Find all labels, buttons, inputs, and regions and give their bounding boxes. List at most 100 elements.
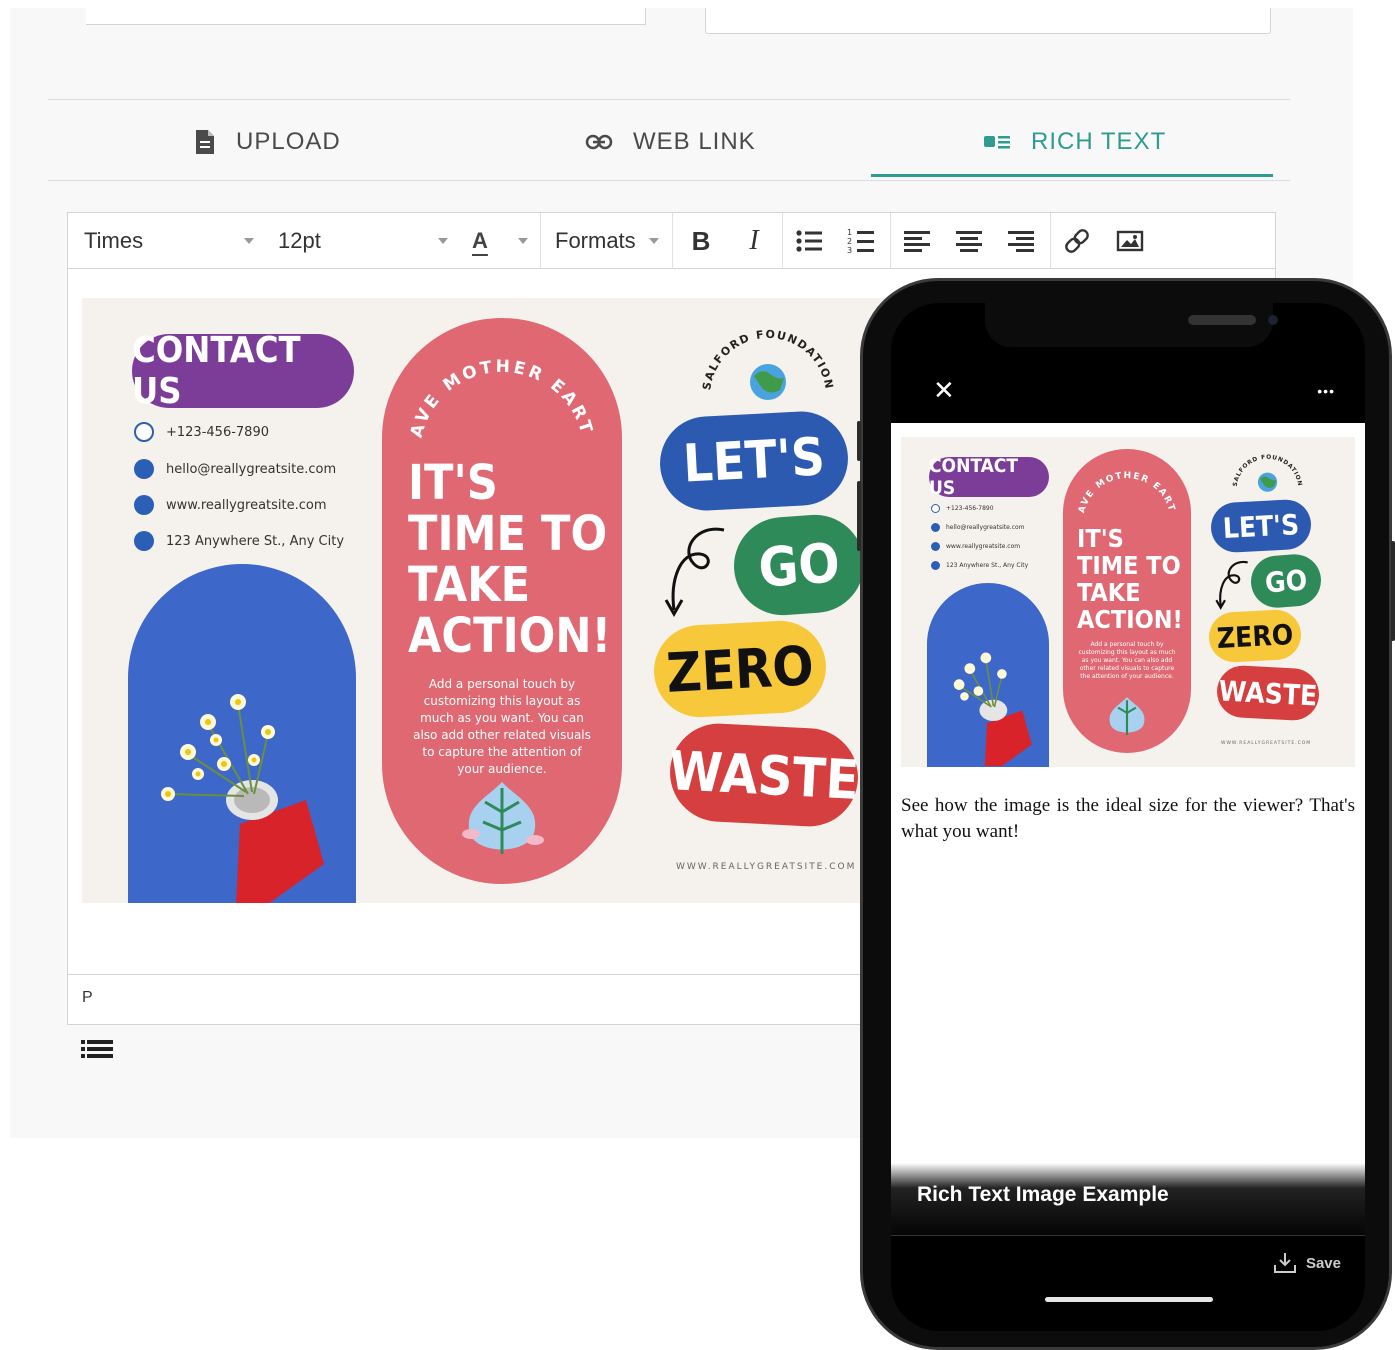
element-path[interactable]: P <box>82 989 93 1007</box>
flowers-photo <box>128 564 356 903</box>
arch-curve-text: SAVE MOTHER EARTH <box>1063 449 1175 514</box>
tab-rich-text-label: RICH TEXT <box>1031 128 1167 155</box>
list-view-icon[interactable] <box>81 1038 113 1064</box>
foundation-logo: SALFORD FOUNDATION <box>700 328 834 400</box>
top-input-left[interactable] <box>86 8 646 25</box>
svg-text:1: 1 <box>847 228 852 237</box>
insert-image-icon <box>1116 230 1144 252</box>
word-zero-text: ZERO <box>1216 617 1294 655</box>
word-go-text: GO <box>756 530 842 600</box>
body-text: Add a personal touch by customizing this… <box>1078 641 1176 680</box>
bullet-list-icon <box>796 230 822 252</box>
italic-button[interactable]: I <box>737 225 771 257</box>
chevron-down-icon <box>438 238 448 244</box>
contact-phone: +123-456-7890 <box>134 422 269 442</box>
curly-arrow-icon <box>1215 560 1248 610</box>
phone-icon <box>931 504 940 513</box>
phone-notch <box>985 303 1278 347</box>
contact-us-badge: CONTACT US <box>929 455 1049 499</box>
align-left-button[interactable] <box>900 225 934 257</box>
contact-address-text: 123 Anywhere St., Any City <box>166 533 345 549</box>
headline: IT'S TIME TO TAKE ACTION! <box>1077 525 1183 633</box>
svg-text:2: 2 <box>847 237 852 246</box>
home-indicator[interactable] <box>1045 1297 1213 1302</box>
headline-line: IT'S <box>1077 524 1124 553</box>
document-icon <box>196 130 214 154</box>
headline-line: IT'S <box>408 455 498 511</box>
flowers-can-illustration <box>953 652 1032 766</box>
bold-button[interactable]: B <box>684 225 718 257</box>
contact-us-badge: CONTACT US <box>132 330 354 412</box>
headline-line: ACTION! <box>408 608 612 664</box>
brochure-image-preview: CONTACT US +123-456-7890 hello@reallygre… <box>901 437 1355 767</box>
insert-link-button[interactable] <box>1060 225 1094 257</box>
font-family-select[interactable]: Times <box>84 213 254 269</box>
word-lets: LET'S <box>657 409 851 513</box>
contact-address: 123 Anywhere St., Any City <box>134 531 344 551</box>
phone-viewer-body: CONTACT US +123-456-7890 hello@reallygre… <box>891 423 1365 1163</box>
headline-arch: SAVE MOTHER EARTH IT'S TIME TO TAKE ACTI… <box>382 318 622 884</box>
curved-heading: SAVE MOTHER EARTH <box>1063 449 1177 514</box>
headline-line: TIME TO <box>1077 551 1181 580</box>
save-label: Save <box>1305 1254 1341 1272</box>
save-button[interactable]: Save <box>1272 1251 1341 1275</box>
align-center-icon <box>956 231 982 252</box>
contact-us-title: CONTACT US <box>929 455 1018 499</box>
chevron-down-icon <box>244 238 254 244</box>
insert-image-button[interactable] <box>1113 225 1147 257</box>
curved-heading: SAVE MOTHER EARTH <box>382 318 597 440</box>
svg-text:SAVE MOTHER EARTH: SAVE MOTHER EARTH <box>382 318 597 440</box>
align-right-button[interactable] <box>1004 225 1038 257</box>
contact-website-text: www.reallygreatsite.com <box>946 543 1021 550</box>
word-lets-text: LET'S <box>1222 507 1300 545</box>
image-caption: See how the image is the ideal size for … <box>901 795 1355 842</box>
home-icon <box>931 561 940 570</box>
svg-text:SAVE MOTHER EARTH: SAVE MOTHER EARTH <box>1063 449 1177 514</box>
contact-phone-text: +123-456-7890 <box>166 424 269 440</box>
curly-arrow-icon <box>664 527 725 618</box>
font-size-select[interactable]: 12pt <box>278 213 448 269</box>
text-color-button[interactable]: A <box>472 213 528 269</box>
tab-upload-label: UPLOAD <box>236 128 341 155</box>
brochure-footer-url: WWW.REALLYGREATSITE.COM <box>676 862 857 872</box>
svg-text:3: 3 <box>847 246 852 255</box>
contact-email-text: hello@reallygreatsite.com <box>166 461 337 477</box>
viewer-title: Rich Text Image Example <box>917 1183 1169 1206</box>
headline-line: TAKE <box>1077 578 1141 607</box>
tab-web-link[interactable]: WEB LINK <box>585 124 756 160</box>
divider <box>891 1235 1365 1236</box>
divider <box>48 99 1290 100</box>
active-tab-indicator <box>871 174 1273 177</box>
chevron-down-icon <box>518 238 528 244</box>
word-waste: WASTE <box>667 721 861 829</box>
contact-address-text: 123 Anywhere St., Any City <box>946 562 1029 569</box>
align-left-icon <box>904 231 930 252</box>
headline-line: ACTION! <box>1077 605 1183 634</box>
word-go: GO <box>1249 552 1323 610</box>
word-zero: ZERO <box>651 618 829 720</box>
phone-icon <box>134 422 154 442</box>
globe-icon <box>134 495 154 515</box>
editor-toolbar: Times 12pt A Formats B I 1 2 3 <box>68 213 1275 269</box>
numbered-list-button[interactable]: 1 2 3 <box>844 225 878 257</box>
contact-website: www.reallygreatsite.com <box>134 495 327 515</box>
tab-rich-text[interactable]: RICH TEXT <box>983 124 1166 160</box>
top-input-right[interactable] <box>705 8 1271 34</box>
arch-curve-text: SAVE MOTHER EARTH <box>382 318 594 440</box>
leaf-icon <box>462 782 544 854</box>
contact-address: 123 Anywhere St., Any City <box>931 561 1028 570</box>
formats-select[interactable]: Formats <box>555 213 659 269</box>
bullet-list-button[interactable] <box>792 225 826 257</box>
body-text: Add a personal touch by customizing this… <box>413 677 591 776</box>
insert-link-icon <box>1065 229 1089 253</box>
link-icon <box>585 134 613 150</box>
word-lets: LET'S <box>1209 498 1313 554</box>
contact-email: hello@reallygreatsite.com <box>134 459 336 479</box>
more-options-icon[interactable]: ••• <box>1317 383 1335 399</box>
align-center-button[interactable] <box>952 225 986 257</box>
tab-web-link-label: WEB LINK <box>633 128 756 155</box>
tab-upload[interactable]: UPLOAD <box>194 124 341 160</box>
word-waste-text: WASTE <box>667 738 861 812</box>
word-zero-text: ZERO <box>664 633 816 705</box>
close-icon[interactable]: ✕ <box>933 375 955 406</box>
